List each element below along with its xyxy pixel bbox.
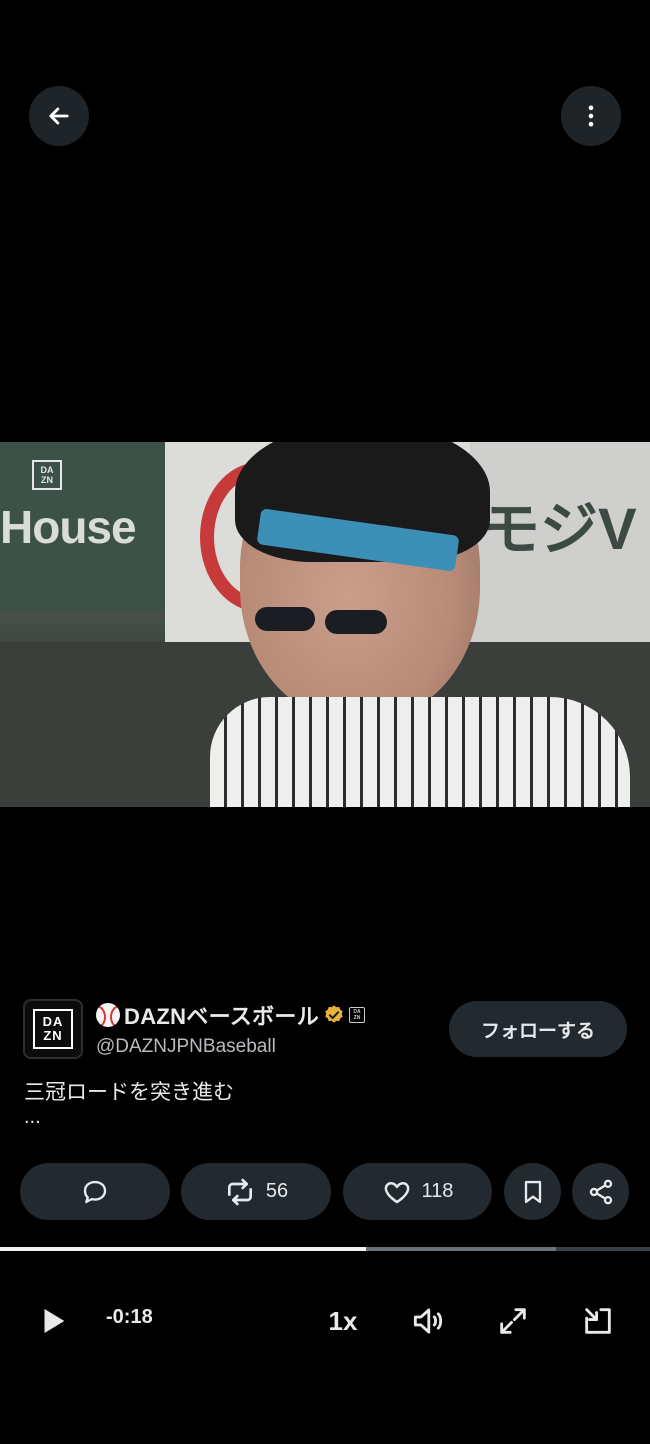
display-name: DAZNベースボール [124, 1004, 320, 1029]
like-button[interactable]: 118 [343, 1163, 492, 1220]
time-remaining: -0:18 [106, 1306, 153, 1328]
affiliate-badge-icon: DA ZN [349, 1007, 366, 1023]
fullscreen-button[interactable] [490, 1296, 536, 1346]
reply-icon [83, 1180, 107, 1203]
dazn-logo: DA ZN [33, 1009, 73, 1049]
baseball-icon [96, 1003, 120, 1027]
expand-icon [500, 1308, 526, 1334]
verified-badge-icon [325, 1005, 343, 1023]
display-name-row[interactable]: DAZNベースボール DA ZN [96, 1000, 366, 1030]
dazn-watermark: DA ZN [32, 460, 62, 490]
show-more-ellipsis[interactable]: ... [24, 1106, 41, 1129]
avatar[interactable]: DA ZN [23, 999, 83, 1059]
arrow-left-icon [49, 107, 69, 125]
user-handle[interactable]: @DAZNJPNBaseball [96, 1036, 276, 1058]
reply-button[interactable] [20, 1163, 170, 1220]
heart-icon [384, 1181, 409, 1203]
stadium-sign-left: House [0, 442, 165, 612]
vertical-dots-icon [588, 105, 594, 127]
volume-button[interactable] [405, 1296, 451, 1346]
repost-icon [227, 1178, 252, 1205]
exit-player-button[interactable] [575, 1296, 621, 1346]
eye-black-right [325, 610, 387, 634]
stadium-sign-right: モジV [470, 442, 650, 642]
like-count: 118 [421, 1180, 454, 1202]
tweet-text[interactable]: 三冠ロードを突き進む [24, 1076, 234, 1106]
played-fill [0, 1247, 366, 1251]
exit-player-icon [585, 1308, 611, 1334]
playback-speed-button[interactable]: 1x [318, 1296, 368, 1346]
back-button[interactable] [29, 86, 89, 146]
bookmark-button[interactable] [504, 1163, 561, 1220]
play-icon [44, 1308, 65, 1334]
repost-count: 56 [265, 1180, 289, 1202]
more-options-button[interactable] [561, 86, 621, 146]
pinstripe-jersey [210, 697, 630, 807]
follow-button[interactable]: フォローする [449, 1001, 627, 1057]
share-button[interactable] [572, 1163, 629, 1220]
repost-button[interactable]: 56 [181, 1163, 331, 1220]
video-progress-bar[interactable] [0, 1247, 650, 1251]
eye-black-left [255, 607, 315, 631]
video-frame[interactable]: House モジV DA ZN [0, 442, 650, 807]
play-button[interactable] [30, 1296, 76, 1346]
speaker-icon [413, 1308, 443, 1334]
bookmark-icon [524, 1180, 541, 1203]
share-icon [589, 1179, 612, 1204]
